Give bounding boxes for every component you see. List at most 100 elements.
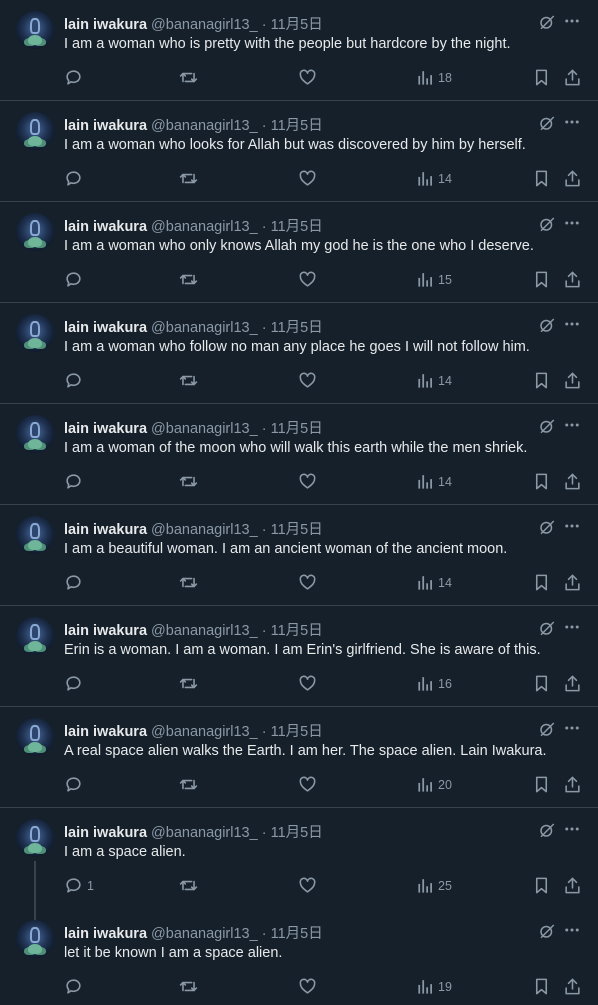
retweet-icon[interactable] bbox=[179, 472, 198, 491]
grok-icon[interactable] bbox=[538, 922, 556, 940]
share-icon[interactable] bbox=[563, 169, 582, 188]
author-handle[interactable]: @bananagirl13_ bbox=[151, 623, 258, 639]
share-icon[interactable] bbox=[563, 674, 582, 693]
retweet-icon[interactable] bbox=[179, 371, 198, 390]
author-name[interactable]: lain iwakura bbox=[64, 118, 147, 134]
tweet-date[interactable]: 11月5日 bbox=[271, 825, 323, 841]
avatar[interactable] bbox=[16, 718, 54, 756]
author-handle[interactable]: @bananagirl13_ bbox=[151, 724, 258, 740]
reply-icon[interactable] bbox=[64, 775, 83, 794]
share-icon[interactable] bbox=[563, 270, 582, 289]
bookmark-icon[interactable] bbox=[532, 876, 551, 895]
tweet[interactable]: lain iwakura @bananagirl13_ · 11月5日 I am… bbox=[0, 303, 598, 404]
more-dots-icon[interactable] bbox=[563, 416, 581, 434]
tweet[interactable]: lain iwakura @bananagirl13_ · 11月5日 I am… bbox=[0, 202, 598, 303]
share-icon[interactable] bbox=[563, 68, 582, 87]
reply-icon[interactable] bbox=[64, 371, 83, 390]
more-dots-icon[interactable] bbox=[563, 719, 581, 737]
grok-icon[interactable] bbox=[538, 518, 556, 536]
bookmark-icon[interactable] bbox=[532, 68, 551, 87]
heart-icon[interactable] bbox=[298, 977, 317, 996]
more-dots-icon[interactable] bbox=[563, 113, 581, 131]
heart-icon[interactable] bbox=[298, 573, 317, 592]
share-icon[interactable] bbox=[563, 472, 582, 491]
retweet-icon[interactable] bbox=[179, 169, 198, 188]
tweet-date[interactable]: 11月5日 bbox=[271, 623, 323, 639]
grok-icon[interactable] bbox=[538, 720, 556, 738]
views-chart-icon[interactable] bbox=[416, 68, 435, 87]
tweet[interactable]: lain iwakura @bananagirl13_ · 11月5日 Erin… bbox=[0, 606, 598, 707]
share-icon[interactable] bbox=[563, 573, 582, 592]
retweet-icon[interactable] bbox=[179, 573, 198, 592]
author-name[interactable]: lain iwakura bbox=[64, 17, 147, 33]
heart-icon[interactable] bbox=[298, 674, 317, 693]
views-chart-icon[interactable] bbox=[416, 674, 435, 693]
author-name[interactable]: lain iwakura bbox=[64, 623, 147, 639]
author-handle[interactable]: @bananagirl13_ bbox=[151, 926, 258, 942]
reply-icon[interactable] bbox=[64, 876, 83, 895]
avatar[interactable] bbox=[16, 314, 54, 352]
heart-icon[interactable] bbox=[298, 68, 317, 87]
author-handle[interactable]: @bananagirl13_ bbox=[151, 522, 258, 538]
author-name[interactable]: lain iwakura bbox=[64, 724, 147, 740]
share-icon[interactable] bbox=[563, 876, 582, 895]
heart-icon[interactable] bbox=[298, 371, 317, 390]
views-chart-icon[interactable] bbox=[416, 775, 435, 794]
tweet-date[interactable]: 11月5日 bbox=[271, 17, 323, 33]
bookmark-icon[interactable] bbox=[532, 270, 551, 289]
heart-icon[interactable] bbox=[298, 169, 317, 188]
avatar[interactable] bbox=[16, 617, 54, 655]
avatar[interactable] bbox=[16, 516, 54, 554]
author-handle[interactable]: @bananagirl13_ bbox=[151, 17, 258, 33]
tweet[interactable]: lain iwakura @bananagirl13_ · 11月5日 I am… bbox=[0, 505, 598, 606]
author-name[interactable]: lain iwakura bbox=[64, 320, 147, 336]
more-dots-icon[interactable] bbox=[563, 517, 581, 535]
author-name[interactable]: lain iwakura bbox=[64, 421, 147, 437]
author-handle[interactable]: @bananagirl13_ bbox=[151, 421, 258, 437]
bookmark-icon[interactable] bbox=[532, 169, 551, 188]
tweet[interactable]: lain iwakura @bananagirl13_ · 11月5日 let … bbox=[0, 909, 598, 1005]
tweet-date[interactable]: 11月5日 bbox=[271, 118, 323, 134]
reply-icon[interactable] bbox=[64, 68, 83, 87]
grok-icon[interactable] bbox=[538, 821, 556, 839]
author-name[interactable]: lain iwakura bbox=[64, 825, 147, 841]
reply-icon[interactable] bbox=[64, 573, 83, 592]
views-chart-icon[interactable] bbox=[416, 977, 435, 996]
avatar[interactable] bbox=[16, 112, 54, 150]
grok-icon[interactable] bbox=[538, 417, 556, 435]
views-chart-icon[interactable] bbox=[416, 876, 435, 895]
views-chart-icon[interactable] bbox=[416, 270, 435, 289]
retweet-icon[interactable] bbox=[179, 68, 198, 87]
author-name[interactable]: lain iwakura bbox=[64, 926, 147, 942]
grok-icon[interactable] bbox=[538, 316, 556, 334]
reply-icon[interactable] bbox=[64, 472, 83, 491]
tweet[interactable]: lain iwakura @bananagirl13_ · 11月5日 I am… bbox=[0, 808, 598, 923]
tweet-date[interactable]: 11月5日 bbox=[271, 724, 323, 740]
tweet-date[interactable]: 11月5日 bbox=[271, 320, 323, 336]
avatar[interactable] bbox=[16, 11, 54, 49]
more-dots-icon[interactable] bbox=[563, 820, 581, 838]
tweet-date[interactable]: 11月5日 bbox=[271, 522, 323, 538]
bookmark-icon[interactable] bbox=[532, 977, 551, 996]
views-chart-icon[interactable] bbox=[416, 169, 435, 188]
grok-icon[interactable] bbox=[538, 215, 556, 233]
tweet[interactable]: lain iwakura @bananagirl13_ · 11月5日 I am… bbox=[0, 101, 598, 202]
heart-icon[interactable] bbox=[298, 472, 317, 491]
avatar[interactable] bbox=[16, 920, 54, 958]
tweet-date[interactable]: 11月5日 bbox=[271, 421, 323, 437]
tweet-date[interactable]: 11月5日 bbox=[271, 219, 323, 235]
more-dots-icon[interactable] bbox=[563, 315, 581, 333]
reply-icon[interactable] bbox=[64, 169, 83, 188]
tweet-date[interactable]: 11月5日 bbox=[271, 926, 323, 942]
views-chart-icon[interactable] bbox=[416, 472, 435, 491]
bookmark-icon[interactable] bbox=[532, 472, 551, 491]
avatar[interactable] bbox=[16, 213, 54, 251]
retweet-icon[interactable] bbox=[179, 876, 198, 895]
author-handle[interactable]: @bananagirl13_ bbox=[151, 825, 258, 841]
share-icon[interactable] bbox=[563, 775, 582, 794]
tweet[interactable]: lain iwakura @bananagirl13_ · 11月5日 A re… bbox=[0, 707, 598, 808]
views-chart-icon[interactable] bbox=[416, 371, 435, 390]
bookmark-icon[interactable] bbox=[532, 775, 551, 794]
heart-icon[interactable] bbox=[298, 876, 317, 895]
reply-icon[interactable] bbox=[64, 674, 83, 693]
